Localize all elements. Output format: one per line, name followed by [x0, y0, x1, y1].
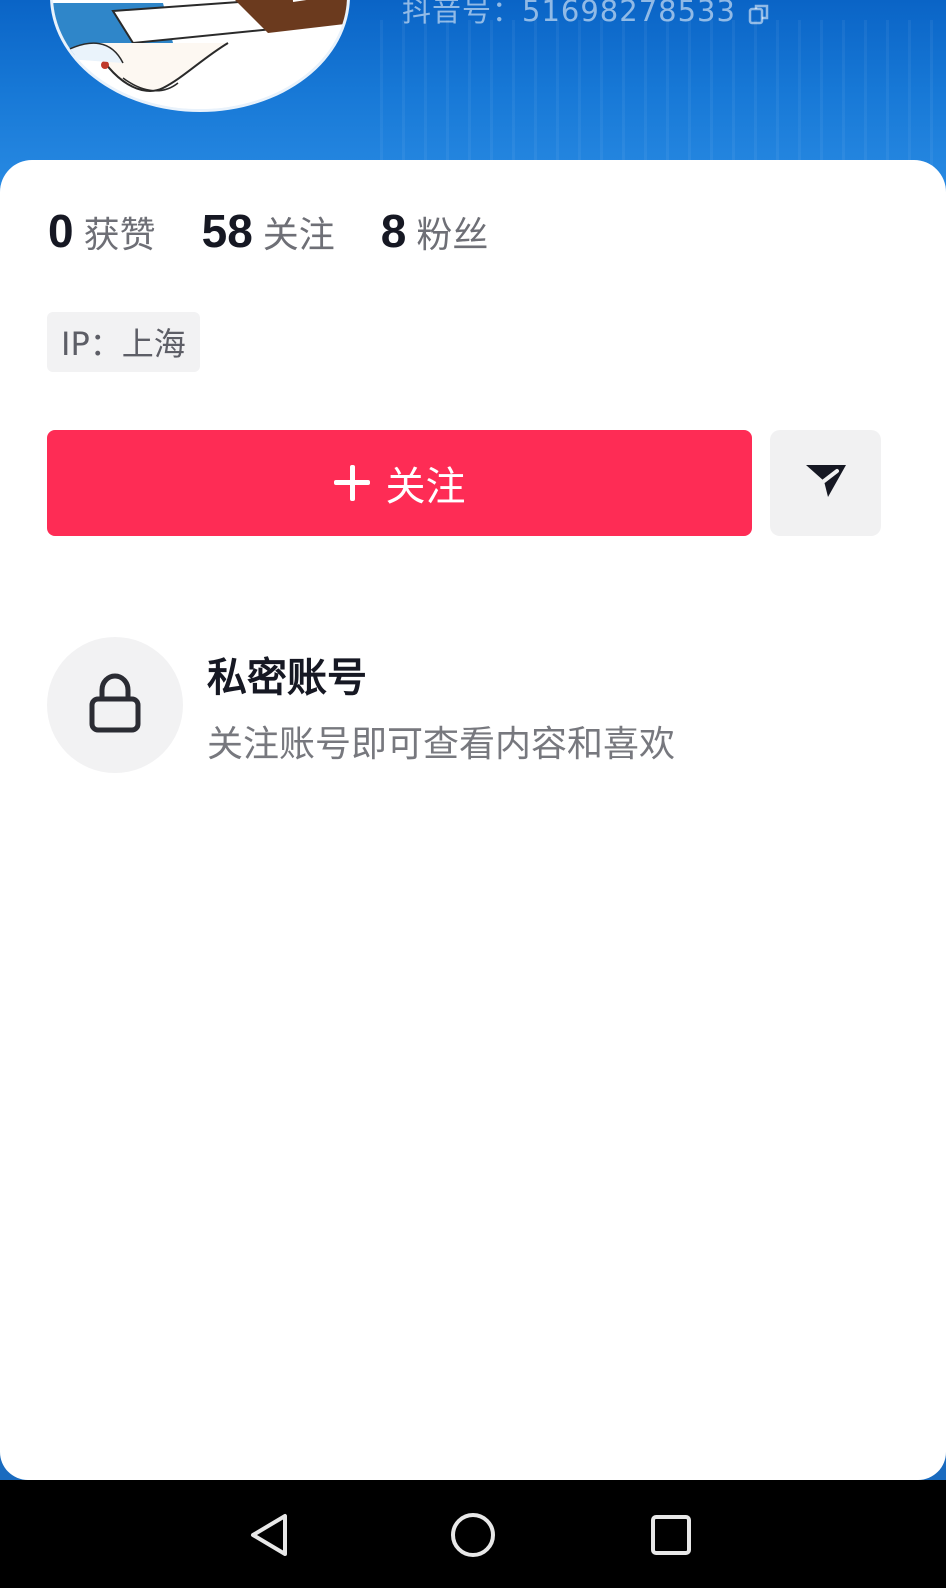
back-icon[interactable] [247, 1510, 297, 1560]
ip-location-tag: IP：上海 [47, 312, 200, 372]
stat-likes-label: 获赞 [83, 215, 156, 256]
copy-icon[interactable] [748, 0, 770, 25]
home-icon[interactable] [448, 1510, 498, 1560]
profile-card: 0 获赞 58 关注 8 粉丝 IP：上海 关注 私密账号 关注账号即可查看内容… [0, 160, 946, 1480]
lock-icon [88, 672, 142, 738]
lock-icon-circle [47, 637, 183, 773]
stat-followers[interactable]: 8 粉丝 [381, 204, 489, 258]
stat-likes[interactable]: 0 获赞 [48, 204, 156, 258]
private-account-title: 私密账号 [207, 655, 367, 701]
stat-followers-label: 粉丝 [416, 215, 489, 256]
follow-button-label: 关注 [385, 464, 466, 510]
recents-icon[interactable] [646, 1510, 696, 1560]
stat-likes-value: 0 [48, 205, 74, 257]
douyin-id[interactable]: 抖音号：51698278533 [402, 0, 770, 30]
stats-row: 0 获赞 58 关注 8 粉丝 [48, 204, 534, 258]
send-icon [804, 461, 848, 505]
plus-icon [333, 465, 370, 501]
follow-button[interactable]: 关注 [47, 430, 752, 536]
stat-following[interactable]: 58 关注 [202, 204, 335, 258]
share-button[interactable] [770, 430, 881, 536]
avatar-illustration [53, 0, 347, 109]
system-navigation-bar [0, 1480, 946, 1588]
stat-followers-value: 8 [380, 205, 407, 257]
stat-following-label: 关注 [262, 215, 335, 256]
douyin-id-text: 抖音号：51698278533 [402, 0, 736, 28]
private-account-notice: 私密账号 关注账号即可查看内容和喜欢 [47, 637, 907, 777]
stat-following-value: 58 [201, 205, 253, 257]
avatar[interactable] [50, 0, 350, 112]
private-account-description: 关注账号即可查看内容和喜欢 [207, 724, 676, 765]
